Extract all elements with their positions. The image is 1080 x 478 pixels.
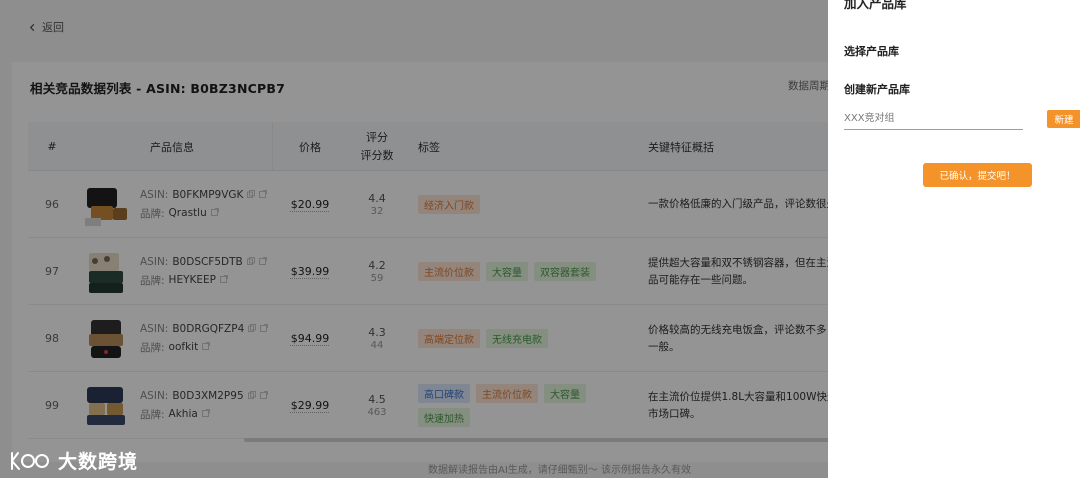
- watermark: 大数跨境: [10, 447, 138, 474]
- modal-overlay[interactable]: [0, 0, 828, 478]
- drawer-title: 加入产品库: [844, 0, 907, 11]
- library-name-input[interactable]: [844, 108, 1023, 130]
- add-to-library-drawer: 加入产品库 选择产品库 创建新产品库 新建 已确认，提交吧！: [828, 0, 1080, 478]
- create-library-button[interactable]: 新建: [1047, 110, 1080, 128]
- create-library-label: 创建新产品库: [844, 83, 910, 96]
- watermark-text: 大数跨境: [58, 451, 139, 473]
- select-library-label: 选择产品库: [844, 45, 899, 58]
- confirm-submit-button[interactable]: 已确认，提交吧！: [923, 163, 1032, 187]
- brand-logo-icon: [11, 451, 49, 470]
